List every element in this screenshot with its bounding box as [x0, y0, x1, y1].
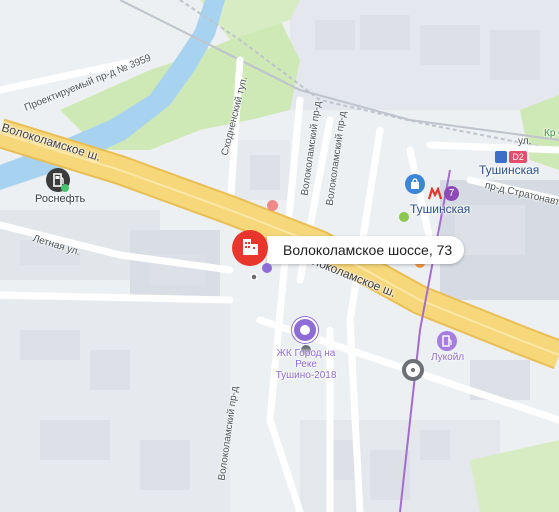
gray-place-icon[interactable] [402, 359, 424, 381]
metro-icon[interactable] [427, 186, 443, 201]
lukoil-fuel-icon[interactable] [437, 331, 457, 351]
residential-complex-icon[interactable] [292, 317, 318, 343]
poi-dot-red[interactable] [267, 200, 278, 211]
selected-address-label: Волоколамское шоссе, 73 [267, 236, 465, 264]
poi-label-lukoil: Лукойл [431, 352, 465, 363]
poi-label-rosneft: Роснефть [35, 193, 86, 205]
shopping-bag-icon[interactable] [405, 174, 425, 194]
selected-address-callout[interactable]: Волоколамское шоссе, 73 [229, 230, 465, 281]
poi-label-tushinskaya-metro: Тушинская [410, 202, 471, 216]
map-view[interactable]: Волоколамское ш. Волоколамское ш. Летная… [0, 0, 559, 512]
poi-dot-green[interactable] [399, 212, 409, 222]
metro-line-badge: 7 [444, 186, 459, 201]
train-icon[interactable] [495, 151, 507, 163]
poi-label-tushinskaya-d2: Тушинская [479, 163, 540, 177]
road-label-ul: ул. [518, 136, 532, 147]
d2-badge: D2 [509, 151, 527, 163]
open-status-dot [61, 184, 69, 192]
poi-label-zhk: ЖК Город на Реке Тушино-2018 [275, 348, 337, 381]
poi-label-park: Кр Ок [544, 128, 559, 139]
building-pin-icon[interactable] [229, 230, 279, 281]
